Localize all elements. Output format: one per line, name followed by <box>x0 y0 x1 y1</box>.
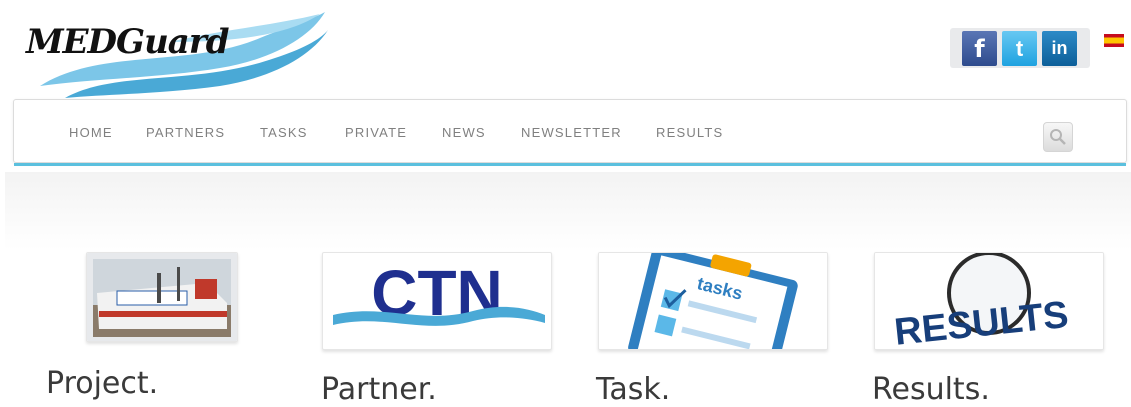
nav-home[interactable]: HOME <box>69 125 113 140</box>
search-icon <box>1050 129 1066 145</box>
results-image[interactable]: RESULTS <box>874 252 1104 350</box>
spanish-flag-icon[interactable] <box>1104 34 1124 47</box>
ship-photo <box>87 253 237 341</box>
logo-text: MEDGuard <box>26 22 230 62</box>
task-caption[interactable]: Task. <box>596 372 670 407</box>
nav-results[interactable]: RESULTS <box>656 125 723 140</box>
content-band <box>5 172 1131 250</box>
main-navbar: HOME PARTNERS TASKS PRIVATE NEWS NEWSLET… <box>13 99 1127 166</box>
navbar-accent-line <box>14 163 1126 166</box>
search-button[interactable] <box>1043 122 1073 152</box>
results-caption[interactable]: Results. <box>872 372 990 407</box>
ctn-logo: CTN <box>333 257 545 329</box>
project-image[interactable] <box>86 252 238 342</box>
partner-caption[interactable]: Partner. <box>321 372 437 407</box>
project-caption[interactable]: Project. <box>46 366 158 401</box>
nav-tasks[interactable]: TASKS <box>260 125 308 140</box>
nav-private[interactable]: PRIVATE <box>345 125 407 140</box>
tasks-clipboard: tasks <box>599 253 827 349</box>
facebook-icon[interactable]: f <box>962 31 997 66</box>
task-image[interactable]: tasks <box>598 252 828 350</box>
partner-image[interactable]: CTN <box>322 252 552 350</box>
social-links: f t in <box>950 28 1090 68</box>
site-logo[interactable]: MEDGuard <box>20 8 330 100</box>
twitter-icon[interactable]: t <box>1002 31 1037 66</box>
nav-partners[interactable]: PARTNERS <box>146 125 225 140</box>
linkedin-icon[interactable]: in <box>1042 31 1077 66</box>
results-magnifier: RESULTS <box>875 253 1103 349</box>
nav-news[interactable]: NEWS <box>442 125 486 140</box>
nav-newsletter[interactable]: NEWSLETTER <box>521 125 622 140</box>
